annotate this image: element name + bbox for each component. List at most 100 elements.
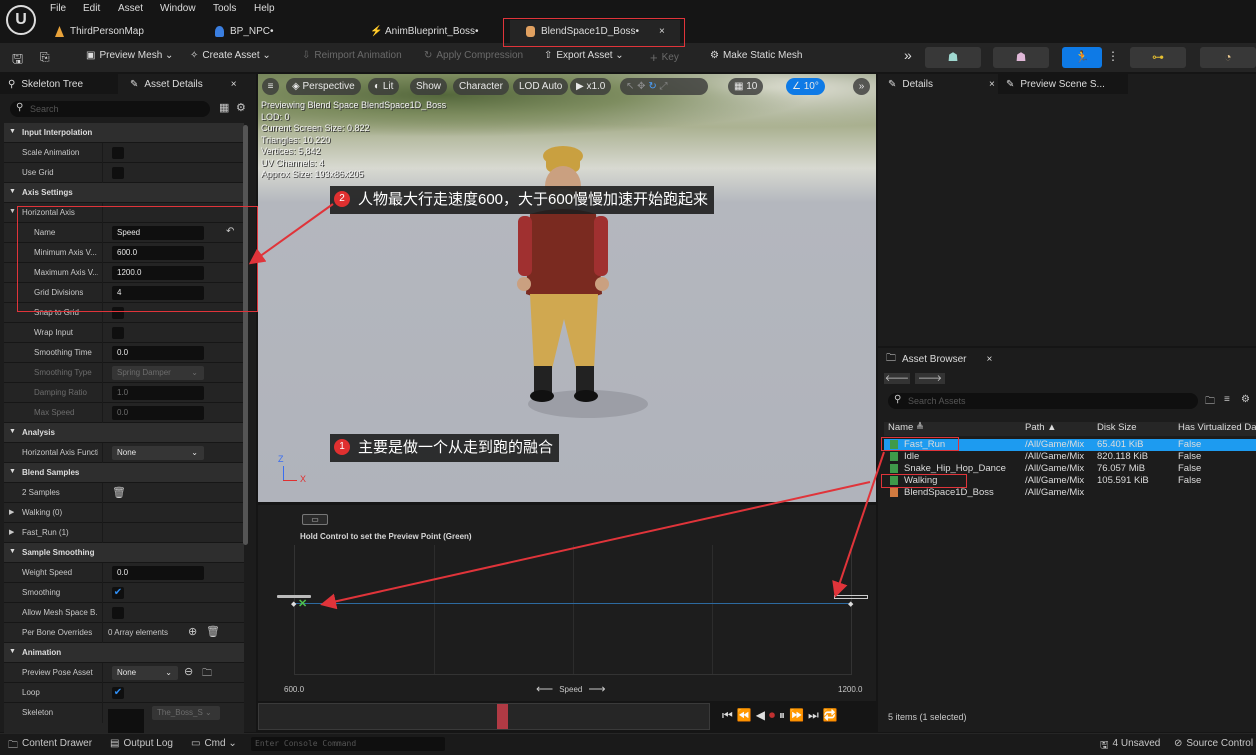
- collapse-arrow-icon[interactable]: ▼: [9, 548, 16, 555]
- source-control-button[interactable]: ⊘ Source Control: [1174, 738, 1253, 749]
- property-checkbox[interactable]: ✔: [112, 687, 124, 699]
- unsaved-button[interactable]: 🖫 4 Unsaved: [1100, 738, 1160, 755]
- preview-point-marker[interactable]: ✕: [298, 597, 307, 610]
- property-row[interactable]: ▼ Analysis: [4, 423, 244, 443]
- perspective-button[interactable]: ◈ Perspective: [286, 78, 361, 95]
- pause-icon[interactable]: ⏸: [779, 708, 785, 723]
- property-checkbox[interactable]: ✔: [112, 587, 124, 599]
- menu-asset[interactable]: Asset: [118, 3, 143, 14]
- tab-preview-scene-settings[interactable]: ✎ Preview Scene S...: [998, 74, 1128, 94]
- column-has-virtualized-data[interactable]: Has Virtualized Da: [1178, 422, 1256, 433]
- property-row[interactable]: ▼ Sample Smoothing: [4, 543, 244, 563]
- property-row[interactable]: ▼ Input Interpolation: [4, 123, 244, 143]
- step-forward-icon[interactable]: ⏩: [789, 708, 804, 723]
- tab-bp-npc[interactable]: BP_NPC•: [215, 20, 274, 43]
- trash-icon[interactable]: 🗑: [206, 625, 220, 638]
- asset-row[interactable]: Idle /All/Game/Mix 820.118 KiB False: [884, 451, 1256, 463]
- record-icon[interactable]: ⏺: [769, 708, 775, 723]
- property-dropdown[interactable]: None ⌄: [112, 666, 178, 680]
- expand-arrow-icon[interactable]: ▶: [9, 508, 14, 516]
- menu-edit[interactable]: Edit: [83, 3, 100, 14]
- content-drawer-button[interactable]: 🗀 Content Drawer: [8, 738, 92, 755]
- forward-button[interactable]: 🡒: [915, 373, 945, 384]
- asset-search-input[interactable]: ⚲ Search Assets: [888, 393, 1198, 409]
- property-row[interactable]: ▶ Walking (0): [4, 503, 244, 523]
- settings-gear-icon[interactable]: ⚙: [1241, 394, 1250, 405]
- create-asset-button[interactable]: ✧ Create Asset ⌄: [190, 50, 271, 61]
- collapse-arrow-icon[interactable]: ▼: [9, 188, 16, 195]
- tab-details[interactable]: ✎ Details ×: [880, 74, 995, 94]
- timeline-scrubber[interactable]: [258, 703, 710, 730]
- property-row[interactable]: ▼ Blend Samples: [4, 463, 244, 483]
- folder-filter-icon[interactable]: 🗀: [1205, 394, 1215, 411]
- skip-to-end-icon[interactable]: ⏭: [808, 708, 819, 723]
- expand-arrow-icon[interactable]: ▶: [9, 528, 14, 536]
- show-button[interactable]: Show: [410, 78, 448, 95]
- use-selected-icon[interactable]: ⊖: [184, 665, 193, 678]
- column-name[interactable]: Name ≜: [888, 422, 924, 433]
- property-value-input[interactable]: 1.0: [112, 386, 204, 400]
- property-dropdown[interactable]: Spring Damper ⌄: [112, 366, 204, 380]
- play-reverse-icon[interactable]: ◀: [756, 708, 765, 723]
- collapse-button[interactable]: ▭: [302, 514, 328, 525]
- scrollbar[interactable]: [243, 125, 248, 545]
- save-icon[interactable]: 🖫: [12, 50, 23, 72]
- search-input[interactable]: ⚲ Search: [10, 101, 210, 117]
- menu-window[interactable]: Window: [160, 3, 196, 14]
- cmd-button[interactable]: ▭ Cmd ⌄: [191, 738, 237, 749]
- blend-space-editor[interactable]: ▭ Hold Control to set the Preview Point …: [258, 505, 876, 701]
- skeleton-mode-button[interactable]: ☗: [925, 47, 981, 68]
- lit-button[interactable]: ◐ Lit: [368, 78, 400, 95]
- filter-icon[interactable]: ≡: [1224, 394, 1230, 405]
- tab-asset-browser[interactable]: 🗀 Asset Browser ×: [878, 349, 996, 369]
- menu-tools[interactable]: Tools: [213, 3, 236, 14]
- property-dropdown[interactable]: None ⌄: [112, 446, 204, 460]
- skeleton-dropdown[interactable]: The_Boss_S ⌄: [152, 706, 220, 720]
- grid-snap-button[interactable]: ▦ 10: [728, 78, 764, 95]
- browse-icon[interactable]: 🗀: [202, 666, 212, 683]
- close-icon[interactable]: ×: [231, 79, 237, 90]
- animation-mode-button[interactable]: 🏃: [1062, 47, 1102, 68]
- export-asset-button[interactable]: ⇧ Export Asset ⌄: [544, 50, 624, 61]
- loop-icon[interactable]: 🔁: [823, 708, 838, 723]
- property-row[interactable]: ▼ Axis Settings: [4, 183, 244, 203]
- collapse-arrow-icon[interactable]: ▼: [9, 428, 16, 435]
- character-button[interactable]: Character: [453, 78, 509, 95]
- close-icon[interactable]: ×: [986, 354, 992, 365]
- tab-asset-details[interactable]: ✎ Asset Details ×: [122, 74, 240, 94]
- settings-gear-icon[interactable]: ⚙: [236, 101, 246, 114]
- make-static-mesh-button[interactable]: ⚙ Make Static Mesh: [710, 50, 802, 61]
- rotation-snap-button[interactable]: ∠ 10°: [786, 78, 825, 95]
- transform-tools[interactable]: ↖ ✥ ↻ ⤢: [620, 78, 708, 95]
- more-tools-button[interactable]: »: [904, 47, 912, 63]
- property-value-input[interactable]: 0.0: [112, 406, 204, 420]
- apply-compression-button[interactable]: ↻ Apply Compression: [424, 50, 523, 61]
- preview-mesh-button[interactable]: ▣ Preview Mesh ⌄: [86, 50, 173, 61]
- console-input[interactable]: Enter Console Command: [251, 737, 445, 751]
- blueprint-mode-button[interactable]: ⊶: [1130, 47, 1186, 68]
- property-checkbox[interactable]: [112, 167, 124, 179]
- key-button[interactable]: + Key: [650, 50, 679, 65]
- collapse-arrow-icon[interactable]: ▼: [9, 208, 16, 215]
- unreal-logo[interactable]: U: [6, 5, 36, 35]
- collapse-arrow-icon[interactable]: ▼: [9, 128, 16, 135]
- tab-animblueprint-boss[interactable]: ⚡ AnimBlueprint_Boss•: [370, 20, 479, 43]
- close-icon[interactable]: ×: [989, 79, 995, 90]
- step-back-icon[interactable]: ⏪: [737, 708, 752, 723]
- property-checkbox[interactable]: [112, 327, 124, 339]
- menu-file[interactable]: File: [50, 3, 66, 14]
- skip-to-start-icon[interactable]: ⏮: [722, 708, 733, 723]
- fast-run-sample-point[interactable]: ◆: [848, 600, 853, 608]
- property-value-input[interactable]: 0.0: [112, 566, 204, 580]
- trash-icon[interactable]: 🗑: [112, 486, 126, 499]
- physics-mode-button[interactable]: ◔: [1200, 47, 1256, 68]
- column-path[interactable]: Path ▲: [1025, 422, 1057, 433]
- property-row[interactable]: ▼ Animation: [4, 643, 244, 663]
- scrub-handle[interactable]: [496, 704, 508, 729]
- table-view-icon[interactable]: ▦: [219, 101, 229, 114]
- walking-sample-point[interactable]: ◆: [291, 600, 296, 608]
- blend-grid[interactable]: [294, 545, 852, 675]
- viewport-menu-button[interactable]: ≡: [262, 78, 279, 95]
- browse-icon[interactable]: ⎘: [40, 50, 50, 65]
- collapse-arrow-icon[interactable]: ▼: [9, 648, 16, 655]
